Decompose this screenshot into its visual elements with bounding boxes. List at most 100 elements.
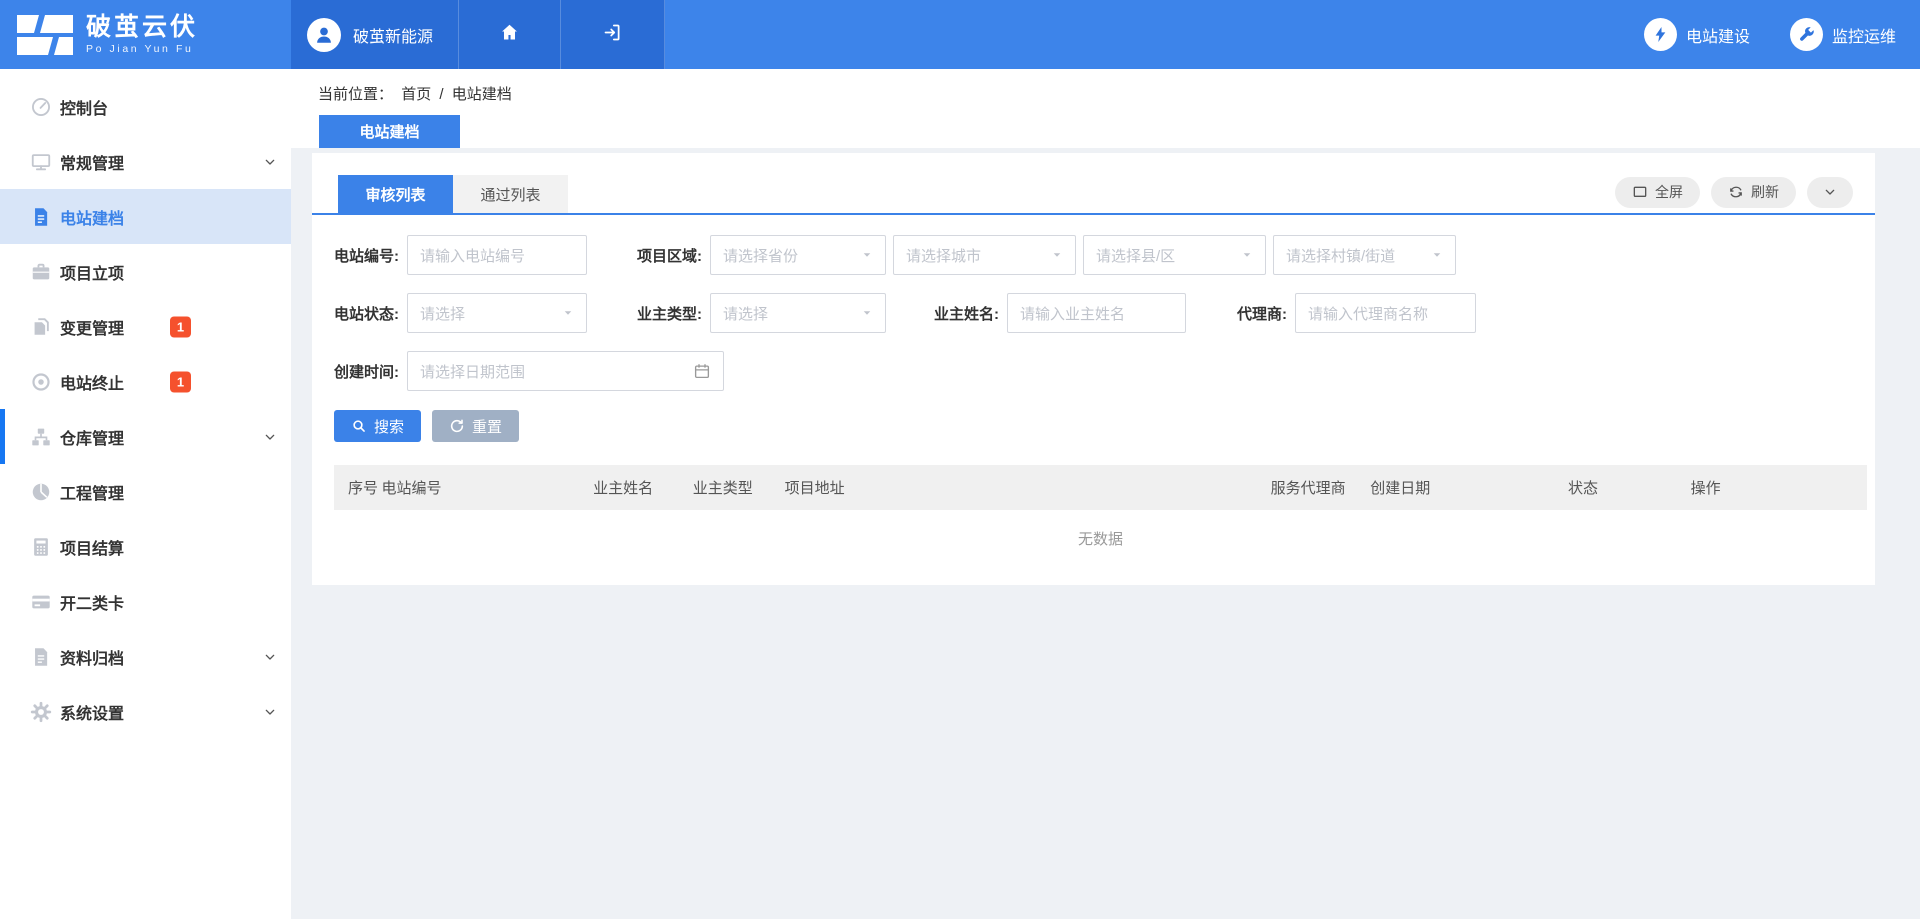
region-province-select[interactable]: 请选择省份 xyxy=(710,235,886,275)
sidebar-item-warehouse-management[interactable]: 仓库管理 xyxy=(0,409,291,464)
region-town-placeholder: 请选择村镇/街道 xyxy=(1286,245,1395,266)
sidebar-item-station-termination[interactable]: 电站终止1 xyxy=(0,354,291,409)
target-icon xyxy=(30,371,52,393)
column-header: 服务代理商 xyxy=(1271,465,1371,510)
chevron-down-icon xyxy=(262,649,278,665)
station-construction-label: 电站建设 xyxy=(1686,23,1750,47)
sidebar-item-station-archive[interactable]: 电站建档 xyxy=(0,189,291,244)
page-tab-station-archive[interactable]: 电站建档 xyxy=(319,115,460,148)
filter-row: 电站编号: 请输入电站编号 项目区域: 请选择省份请选择城市请选择县/区请选择村镇/街… xyxy=(334,235,1853,275)
station-no-label: 电站编号: xyxy=(334,245,399,266)
empty-state: 无数据 xyxy=(334,510,1867,567)
sidebar-item-project-initiation[interactable]: 项目立项 xyxy=(0,244,291,299)
create-time-date-input[interactable]: 请选择日期范围 xyxy=(407,351,724,391)
collapse-button[interactable] xyxy=(1807,177,1853,208)
refresh-button[interactable]: 刷新 xyxy=(1711,177,1796,208)
user-profile[interactable]: 破茧新能源 xyxy=(291,0,459,69)
create-time-label: 创建时间: xyxy=(334,361,399,382)
breadcrumb: 当前位置： 首页 / 电站建档 xyxy=(291,69,1920,104)
panel-tabs-row: 审核列表通过列表 全屏 刷新 xyxy=(312,153,1875,215)
search-button-label: 搜索 xyxy=(374,416,404,437)
app-title: 破茧云伏 xyxy=(86,14,198,40)
agent-input[interactable]: 请输入代理商名称 xyxy=(1295,293,1476,333)
owner-name-input[interactable]: 请输入业主姓名 xyxy=(1007,293,1186,333)
file-text-icon xyxy=(30,646,52,668)
pie-icon xyxy=(30,481,52,503)
sidebar-item-second-class-card[interactable]: 开二类卡 xyxy=(0,574,291,629)
sign-in-icon xyxy=(602,22,623,48)
chevron-down-icon xyxy=(262,704,278,720)
column-header: 操作 xyxy=(1691,465,1867,510)
owner-name-label: 业主姓名: xyxy=(934,303,999,324)
copy-icon xyxy=(30,316,52,338)
sidebar-item-data-archive[interactable]: 资料归档 xyxy=(0,629,291,684)
sidebar-item-system-settings[interactable]: 系统设置 xyxy=(0,684,291,739)
breadcrumb-home-link[interactable]: 首页 xyxy=(401,86,431,103)
file-text-icon xyxy=(30,206,52,228)
monitor-icon xyxy=(30,151,52,173)
region-county-select[interactable]: 请选择县/区 xyxy=(1083,235,1266,275)
gear-icon xyxy=(30,701,52,723)
owner-name-placeholder: 请输入业主姓名 xyxy=(1020,303,1125,324)
column-header: 业主类型 xyxy=(693,465,785,510)
search-button[interactable]: 搜索 xyxy=(334,410,421,442)
column-header: 状态 xyxy=(1568,465,1691,510)
sidebar-item-change-management[interactable]: 变更管理1 xyxy=(0,299,291,354)
sidebar-item-general-management[interactable]: 常规管理 xyxy=(0,134,291,189)
reset-button[interactable]: 重置 xyxy=(432,410,519,442)
monitoring-ops-button[interactable]: 监控运维 xyxy=(1790,18,1896,51)
home-icon xyxy=(499,22,520,48)
sidebar-item-label: 系统设置 xyxy=(60,700,124,724)
caret-down-icon xyxy=(562,307,574,319)
results-table: 序号电站编号业主姓名业主类型项目地址服务代理商创建日期状态操作 xyxy=(334,465,1867,510)
refresh-label: 刷新 xyxy=(1751,182,1779,202)
caret-down-icon xyxy=(1241,249,1253,261)
calculator-icon xyxy=(30,536,52,558)
fullscreen-button[interactable]: 全屏 xyxy=(1615,177,1700,208)
chevron-down-icon xyxy=(262,429,278,445)
panel-tools: 全屏 刷新 xyxy=(1615,177,1853,212)
station-no-input[interactable]: 请输入电站编号 xyxy=(407,235,587,275)
home-button[interactable] xyxy=(459,0,561,69)
app-subtitle: Po Jian Yun Fu xyxy=(86,43,198,55)
brand-logo: 破茧云伏 Po Jian Yun Fu xyxy=(0,0,291,69)
user-name: 破茧新能源 xyxy=(353,23,433,47)
sidebar-item-label: 电站终止 xyxy=(60,370,124,394)
sidebar-item-project-settlement[interactable]: 项目结算 xyxy=(0,519,291,574)
region-province-label: 项目区域: xyxy=(637,245,702,266)
sign-in-button[interactable] xyxy=(561,0,665,69)
filter-row: 创建时间: 请选择日期范围 xyxy=(334,351,1853,391)
sidebar-nav: 控制台常规管理电站建档项目立项变更管理1电站终止1仓库管理工程管理项目结算开二类… xyxy=(0,69,291,919)
sidebar-item-console[interactable]: 控制台 xyxy=(0,79,291,134)
tab-review-list[interactable]: 审核列表 xyxy=(338,175,453,213)
breadcrumb-strip: 当前位置： 首页 / 电站建档 电站建档 xyxy=(291,69,1920,148)
region-town-select[interactable]: 请选择村镇/街道 xyxy=(1273,235,1456,275)
agent-label: 代理商: xyxy=(1237,303,1287,324)
user-strip: 破茧新能源 xyxy=(291,0,665,69)
caret-down-icon xyxy=(861,249,873,261)
sidebar-item-label: 电站建档 xyxy=(60,205,124,229)
station-status-select[interactable]: 请选择 xyxy=(407,293,587,333)
fullscreen-icon xyxy=(1632,184,1648,200)
tab-passed-list[interactable]: 通过列表 xyxy=(453,175,568,213)
card-icon xyxy=(30,591,52,613)
region-city-select[interactable]: 请选择城市 xyxy=(893,235,1076,275)
owner-type-select[interactable]: 请选择 xyxy=(710,293,886,333)
caret-down-icon xyxy=(861,307,873,319)
app-window: 破茧云伏 Po Jian Yun Fu 破茧新能源 电 xyxy=(0,0,1920,919)
station-no-placeholder: 请输入电站编号 xyxy=(420,245,525,266)
filter-form: 电站编号: 请输入电站编号 项目区域: 请选择省份请选择城市请选择县/区请选择村镇/街… xyxy=(312,215,1875,391)
sidebar-item-engineering-management[interactable]: 工程管理 xyxy=(0,464,291,519)
sidebar-item-label: 资料归档 xyxy=(60,645,124,669)
monitoring-ops-label: 监控运维 xyxy=(1832,23,1896,47)
logo-mark-icon xyxy=(17,15,73,55)
station-construction-button[interactable]: 电站建设 xyxy=(1644,18,1750,51)
sidebar-item-label: 项目立项 xyxy=(60,260,124,284)
top-header: 破茧云伏 Po Jian Yun Fu 破茧新能源 电 xyxy=(0,0,1920,69)
chevron-down-icon xyxy=(1822,184,1838,200)
station-status-label: 电站状态: xyxy=(334,303,399,324)
notification-badge: 1 xyxy=(170,316,191,337)
form-actions: 搜索 重置 xyxy=(312,410,1875,442)
chevron-down-icon xyxy=(262,154,278,170)
panel-card: 审核列表通过列表 全屏 刷新 电站编号: 请输入电站编号 项目区域: 请选择省份请选择城… xyxy=(312,153,1875,585)
